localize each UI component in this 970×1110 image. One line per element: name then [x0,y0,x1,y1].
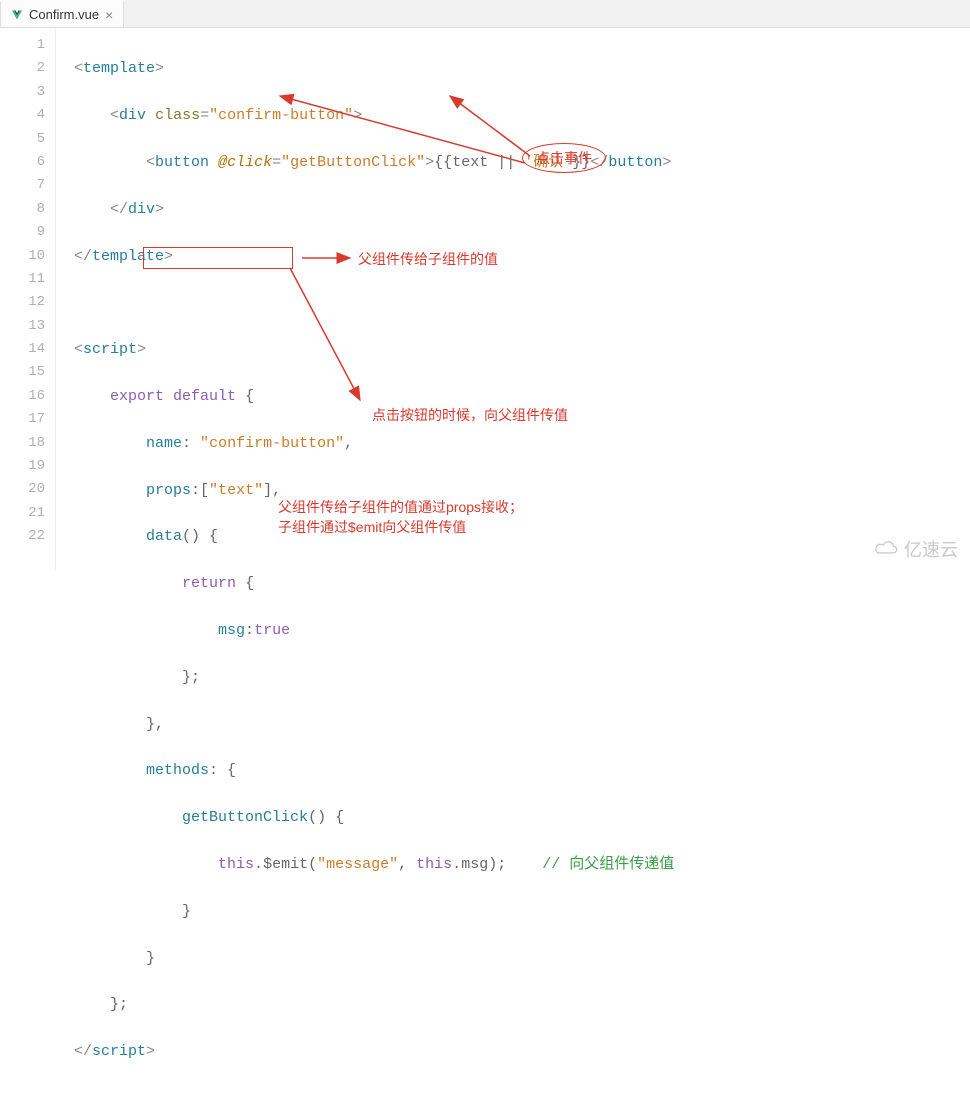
annotation-summary: 父组件传给子组件的值通过props接收； 子组件通过$emit向父组件传值 [278,498,523,537]
line-number: 19 [0,455,45,478]
line-number: 22 [0,525,45,548]
tag-button: button [155,154,209,171]
annotation-emit-note: 点击按钮的时候，向父组件传值 [372,406,568,426]
line-number: 16 [0,385,45,408]
line-number: 20 [0,478,45,501]
line-number: 13 [0,315,45,338]
line-number: 15 [0,361,45,384]
prop-props: props [146,482,191,499]
line-number: 6 [0,151,45,174]
ref-msg: msg [461,856,488,873]
line-number: 11 [0,268,45,291]
close-icon[interactable]: × [105,8,113,22]
tag-template-open: template [83,60,155,77]
val-class: confirm-button [218,107,344,124]
line-number: 8 [0,198,45,221]
tab-bar: Confirm.vue × [0,0,970,28]
expr-text: text [452,154,488,171]
line-number: 18 [0,432,45,455]
line-number-gutter: 12345678910111213141516171819202122 [0,28,56,570]
prop-msg: msg [218,622,245,639]
kw-export: export [110,388,164,405]
line-number: 9 [0,221,45,244]
line-number: 4 [0,104,45,127]
tab-filename: Confirm.vue [29,7,99,22]
line-number: 5 [0,128,45,151]
code-area[interactable]: <template> <div class="confirm-button"> … [56,28,674,570]
line-number: 3 [0,81,45,104]
cloud-icon [874,540,900,558]
line-number: 2 [0,57,45,80]
expr-or: || [497,154,515,171]
line-number: 14 [0,338,45,361]
kw-return: return [182,575,236,592]
vue-icon [11,9,23,21]
line-number: 21 [0,502,45,525]
val-name: confirm-button [209,435,335,452]
val-props-item: text [218,482,254,499]
val-msg: true [254,622,290,639]
line-number: 1 [0,34,45,57]
annotation-click-event: 点击事件 [522,143,606,173]
attr-class: class [155,107,200,124]
line-number: 17 [0,408,45,431]
prop-name: name [146,435,182,452]
comment-emit: // 向父组件传递值 [542,856,674,873]
tag-div: div [119,107,146,124]
editor: 12345678910111213141516171819202122 <tem… [0,28,970,570]
line-number: 10 [0,245,45,268]
fn-data: data [146,528,182,545]
attr-click: @click [218,154,272,171]
val-click: getButtonClick [290,154,416,171]
val-message: message [326,856,389,873]
annotation-props-note: 父组件传给子组件的值 [358,250,498,270]
annotation-props-box [143,247,293,269]
tag-script: script [83,341,137,358]
line-number: 7 [0,174,45,197]
prop-methods: methods [146,762,209,779]
line-number: 12 [0,291,45,314]
kw-default: default [173,388,236,405]
fn-get-button-click: getButtonClick [182,809,308,826]
watermark: 亿速云 [874,536,958,562]
file-tab[interactable]: Confirm.vue × [0,0,124,27]
fn-emit: $emit [263,856,308,873]
